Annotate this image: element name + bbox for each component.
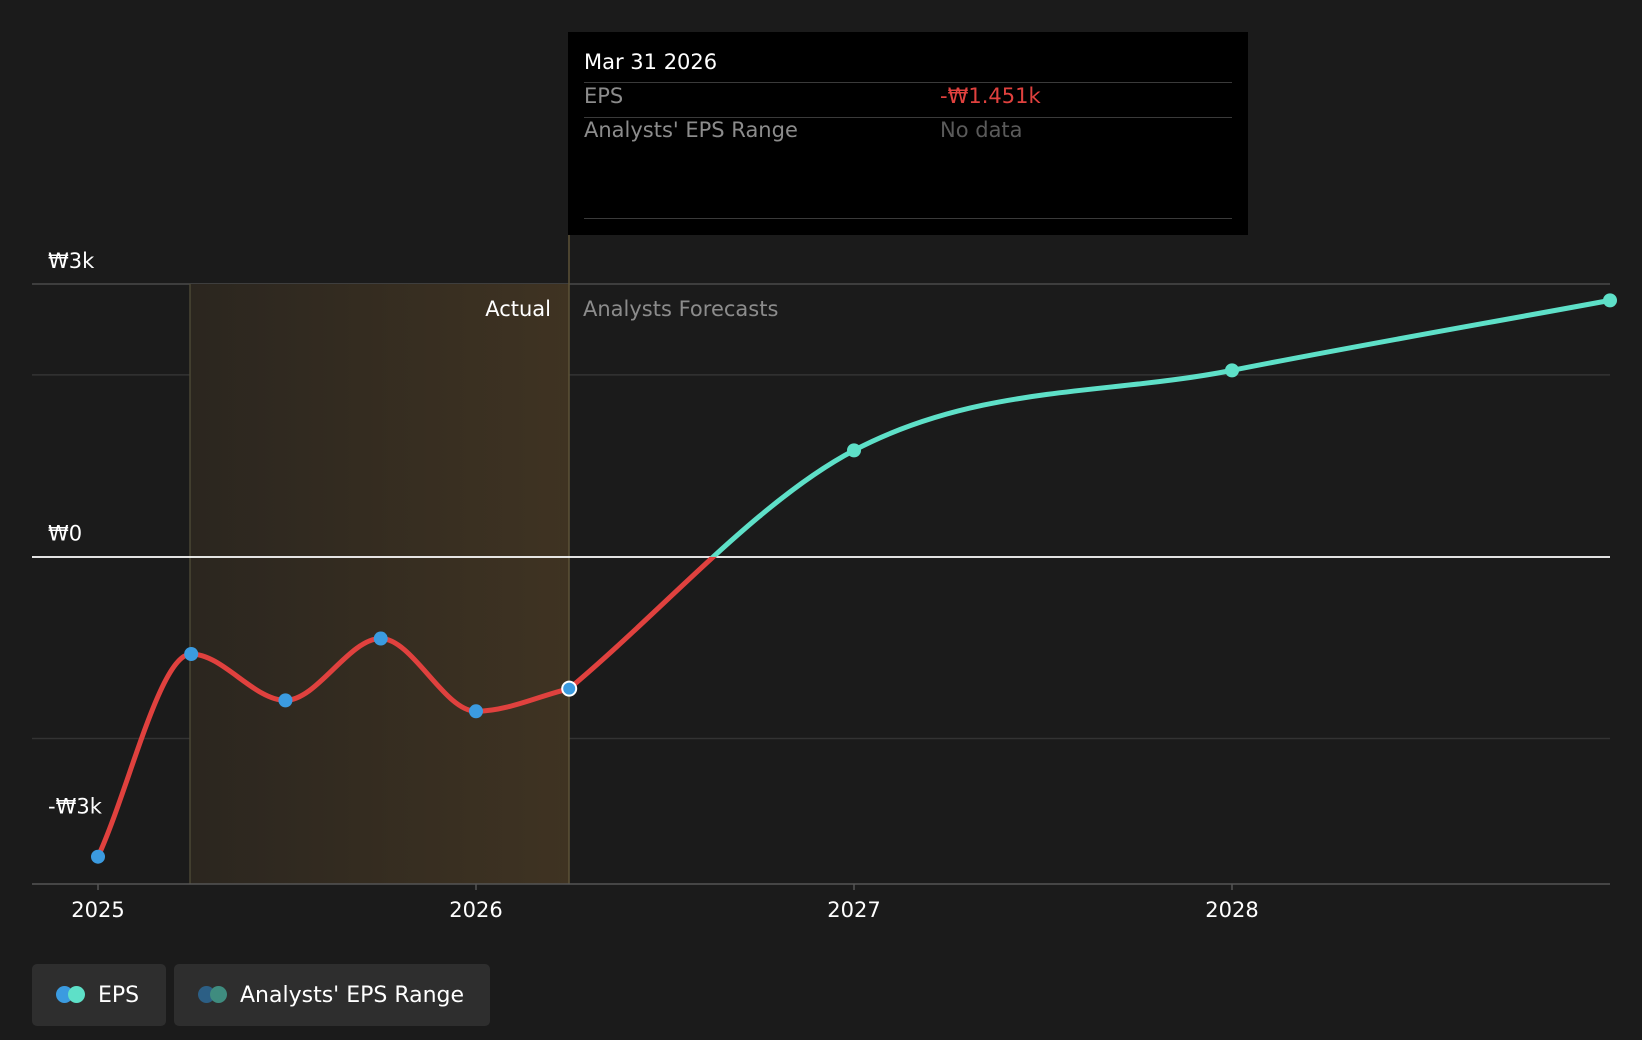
eps-line-positive	[709, 297, 1613, 557]
legend-eps-swatch	[56, 986, 86, 1004]
actual-point	[469, 704, 483, 719]
x-tick-label: 2027	[827, 898, 880, 922]
actual-point	[561, 680, 578, 697]
actual-point	[278, 693, 293, 708]
tooltip-eps-value: -₩1.451k	[940, 84, 1041, 108]
tooltip-range-value: No data	[940, 118, 1023, 142]
legend-item-eps-range[interactable]: Analysts' EPS Range	[174, 964, 490, 1026]
legend-dot	[210, 986, 227, 1003]
x-tick-label: 2028	[1205, 898, 1258, 922]
actual-region-band	[190, 284, 569, 884]
legend-eps-range-label: Analysts' EPS Range	[240, 982, 465, 1008]
x-axis-ticks: 2025 2026 2027 2028	[71, 884, 1259, 922]
x-tick-label: 2026	[449, 898, 502, 922]
actual-point	[373, 631, 388, 646]
tooltip-eps-label: EPS	[584, 84, 624, 108]
legend-eps-label: EPS	[98, 982, 140, 1008]
forecast-point	[847, 443, 861, 458]
actual-region-label: Actual	[485, 297, 551, 321]
legend-item-eps[interactable]: EPS	[32, 964, 166, 1026]
eps-line-negative	[566, 556, 718, 692]
tooltip-divider	[584, 218, 1232, 219]
legend-dot	[68, 986, 85, 1003]
hover-tooltip: Mar 31 2026 EPS -₩1.451k Analysts' EPS R…	[568, 32, 1248, 235]
legend-eps-range-swatch	[198, 986, 228, 1004]
tooltip-date: Mar 31 2026	[584, 50, 718, 74]
forecast-point	[1603, 293, 1617, 308]
tooltip-range-label: Analysts' EPS Range	[584, 118, 798, 142]
y-tick-label: ₩3k	[48, 249, 95, 273]
tooltip-divider	[584, 82, 1232, 83]
y-tick-label: -₩3k	[48, 794, 103, 818]
x-tick-label: 2025	[71, 898, 124, 922]
forecast-point	[1225, 363, 1239, 378]
y-axis-ticks: ₩3k ₩0 -₩3k	[48, 249, 103, 818]
y-tick-label: ₩0	[48, 522, 82, 546]
forecast-region-label: Analysts Forecasts	[583, 297, 778, 321]
actual-point	[91, 849, 105, 864]
actual-point	[184, 647, 199, 661]
